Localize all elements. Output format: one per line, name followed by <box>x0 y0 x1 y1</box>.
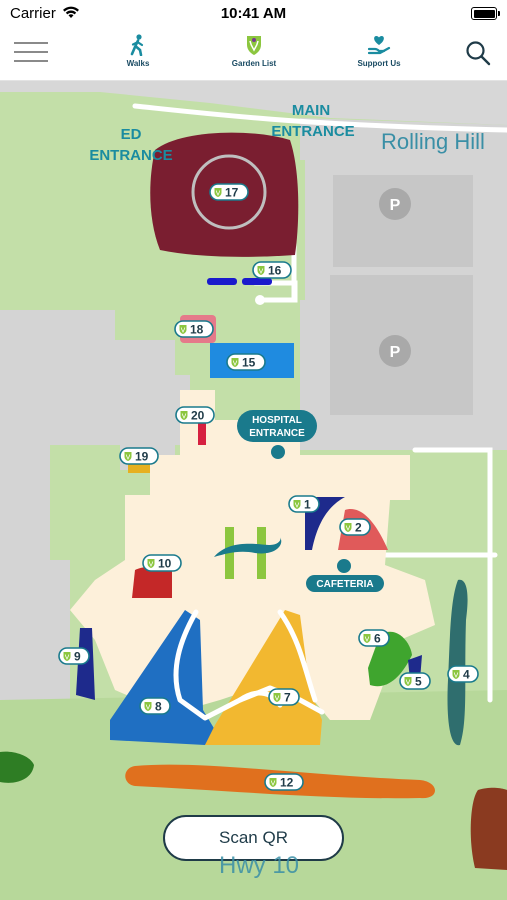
heart-in-hand-icon <box>367 36 391 55</box>
ed-entrance-line1: ED <box>121 126 142 143</box>
garden-marker-20[interactable]: 20 <box>175 406 215 424</box>
walks-label: Walks <box>126 59 150 68</box>
garden-marker-16[interactable]: 16 <box>252 261 292 279</box>
garden-marker-19[interactable]: 19 <box>119 447 159 465</box>
parking-symbol: P <box>390 344 401 361</box>
garden-number-label: 15 <box>242 356 256 370</box>
walks-tab[interactable]: Walks <box>120 34 156 68</box>
garden-number-label: 18 <box>190 323 204 337</box>
road-label-hwy: Hwy 10 <box>219 852 300 879</box>
lawn-patch-left <box>50 445 120 560</box>
parking-symbol: P <box>390 197 401 214</box>
battery-icon <box>471 7 500 20</box>
campus-map[interactable]: P P Rolling Hill MAIN ENTRANCE ED ENTRAN… <box>0 81 507 900</box>
garden-marker-12[interactable]: 12 <box>264 773 304 791</box>
top-nav-bar: Walks Garden List Support Us <box>0 28 507 81</box>
parking-marker-lower: P <box>379 335 411 367</box>
garden-marker-6[interactable]: 6 <box>358 629 390 647</box>
garden-marker-9[interactable]: 9 <box>58 647 90 665</box>
support-us-tab[interactable]: Support Us <box>351 34 407 68</box>
garden-number-label: 4 <box>463 668 470 682</box>
garden-number-label: 2 <box>355 521 362 535</box>
garden-marker-7[interactable]: 7 <box>268 688 300 706</box>
menu-button[interactable] <box>14 42 48 62</box>
garden-list-label: Garden List <box>231 59 277 68</box>
cafeteria-label: CAFETERIA <box>316 579 373 590</box>
garden-marker-2[interactable]: 2 <box>339 518 371 536</box>
garden-marker-8[interactable]: 8 <box>139 697 171 715</box>
parking-marker-upper: P <box>379 188 411 220</box>
garden-marker-4[interactable]: 4 <box>447 665 479 683</box>
status-bar: Carrier 10:41 AM <box>0 0 507 28</box>
parking-lot-upper <box>333 175 473 267</box>
clock: 10:41 AM <box>220 5 287 22</box>
hospital-entrance-line1: HOSPITAL <box>252 415 302 426</box>
road-dot <box>255 295 265 305</box>
garden-number-label: 1 <box>304 498 311 512</box>
garden-marker-17[interactable]: 17 <box>209 183 249 201</box>
garden-number-label: 16 <box>268 264 282 278</box>
garden-marker-15[interactable]: 15 <box>226 353 266 371</box>
main-entrance-line2: ENTRANCE <box>271 123 354 140</box>
scan-qr-label: Scan QR <box>219 828 288 847</box>
garden-16-area-a <box>207 278 237 285</box>
ed-entrance-line2: ENTRANCE <box>89 147 172 164</box>
garden-marker-1[interactable]: 1 <box>288 495 320 513</box>
main-entrance-line1: MAIN <box>292 102 330 119</box>
garden-number-label: 10 <box>158 557 172 571</box>
road-label-rolling-hill: Rolling Hill <box>381 129 485 154</box>
garden-number-label: 8 <box>155 700 162 714</box>
garden-number-label: 7 <box>284 691 291 705</box>
garden-marker-18[interactable]: 18 <box>174 320 214 338</box>
garden-number-label: 12 <box>280 776 294 790</box>
garden-number-label: 20 <box>191 409 205 423</box>
walking-person-icon <box>130 34 144 57</box>
garden-marker-10[interactable]: 10 <box>142 554 182 572</box>
support-us-label: Support Us <box>357 59 401 68</box>
garden-number-label: 5 <box>415 675 422 689</box>
tree-area-right <box>470 787 507 870</box>
garden-number-label: 19 <box>135 450 149 464</box>
garden-list-tab[interactable]: Garden List <box>230 34 278 68</box>
garden-number-label: 17 <box>225 186 239 200</box>
garden-number-label: 9 <box>74 650 81 664</box>
search-icon[interactable] <box>465 40 491 66</box>
garden-marker-5[interactable]: 5 <box>399 672 431 690</box>
garden-number-label: 6 <box>374 632 381 646</box>
hospital-entrance-line2: ENTRANCE <box>249 428 305 439</box>
garden-shield-icon <box>247 36 261 55</box>
garden-16-area-b <box>242 278 272 285</box>
